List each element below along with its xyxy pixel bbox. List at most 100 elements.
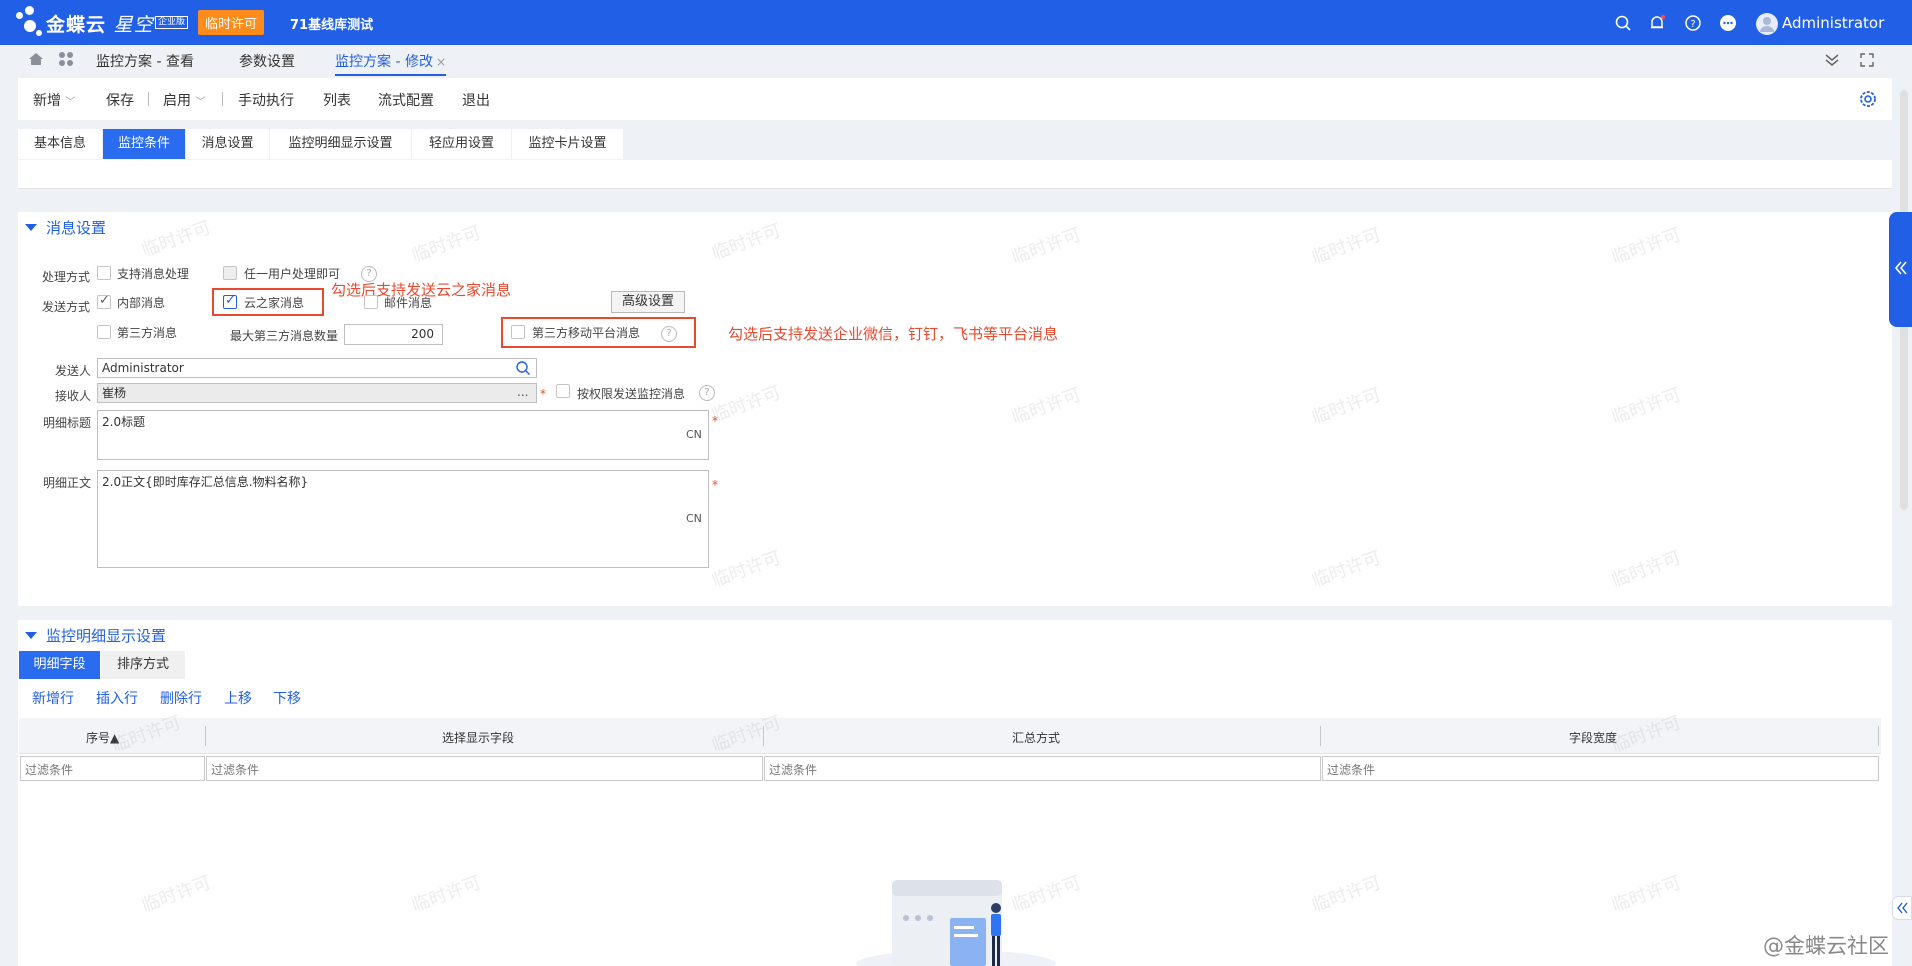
double-chevron-left-icon (1889, 260, 1912, 279)
insert-row-button[interactable]: 插入行 (96, 688, 138, 708)
toolbar-divider (222, 92, 223, 106)
col-header-display-field[interactable]: 选择显示字段 (442, 729, 514, 746)
email-msg-checkbox[interactable] (364, 295, 378, 309)
avatar[interactable] (1756, 13, 1778, 35)
collapse-triangle-icon[interactable] (25, 632, 37, 639)
sender-label: 发送人 (55, 364, 92, 378)
new-button[interactable]: 新增 ﹀ (33, 90, 75, 110)
collapse-left-button[interactable] (1892, 896, 1912, 920)
max-third-party-input[interactable]: 200 (344, 324, 443, 345)
tab-light-app-settings[interactable]: 轻应用设置 (412, 129, 511, 159)
language-tag[interactable]: CN (686, 428, 702, 441)
help-icon[interactable]: ? (699, 385, 715, 401)
kingdee-logo-icon (14, 6, 44, 40)
enable-button[interactable]: 启用 ﹀ (163, 90, 205, 110)
search-icon[interactable] (515, 360, 531, 379)
exit-button[interactable]: 退出 (462, 90, 490, 110)
advanced-settings-button[interactable]: 高级设置 (611, 291, 685, 313)
detail-title-label: 明细标题 (43, 416, 92, 430)
conditions-strip (18, 160, 1892, 189)
tab-monitor-conditions[interactable]: 监控条件 (103, 129, 185, 159)
top-bar: 金蝶云 星空 企业版 临时许可 71基线库测试 ? Administrator (0, 0, 1912, 45)
support-msg-handle-checkbox[interactable] (97, 266, 111, 280)
settings-gear-icon[interactable] (1858, 89, 1878, 112)
filter-seq[interactable]: 过滤条件 (20, 756, 205, 781)
subtab-sort-order[interactable]: 排序方式 (101, 651, 185, 679)
tab-basic-info[interactable]: 基本信息 (18, 129, 102, 159)
delete-row-button[interactable]: 删除行 (160, 688, 202, 708)
username[interactable]: Administrator (1782, 14, 1884, 32)
filter-summary-mode[interactable]: 过滤条件 (764, 756, 1321, 781)
double-chevron-down-icon[interactable] (1824, 53, 1840, 70)
column-divider[interactable] (1878, 726, 1879, 746)
page-tab-bar: 监控方案 - 查看 参数设置 监控方案 - 修改 × (0, 45, 1912, 76)
fullscreen-icon[interactable] (1860, 53, 1874, 70)
column-divider[interactable] (205, 726, 206, 746)
col-header-seq[interactable]: 序号▲ (86, 729, 119, 746)
close-tab-icon[interactable]: × (436, 55, 446, 69)
add-row-button[interactable]: 新增行 (32, 688, 74, 708)
help-icon[interactable]: ? (661, 326, 677, 342)
receiver-input[interactable]: 崔杨 (97, 383, 537, 403)
message-settings-title[interactable]: 消息设置 (46, 217, 106, 238)
filter-field-width[interactable]: 过滤条件 (1322, 756, 1879, 781)
column-divider[interactable] (763, 726, 764, 746)
tab-scheme-edit[interactable]: 监控方案 - 修改 × (335, 51, 447, 76)
by-permission-checkbox[interactable] (556, 384, 570, 398)
third-party-msg-checkbox[interactable] (97, 325, 111, 339)
detail-body-label: 明细正文 (43, 476, 92, 490)
filter-display-field[interactable]: 过滤条件 (206, 756, 763, 781)
support-msg-handle-label: 支持消息处理 (117, 267, 190, 281)
collapse-triangle-icon[interactable] (25, 224, 37, 231)
tab-scheme-view[interactable]: 监控方案 - 查看 (96, 51, 194, 71)
max-third-party-label: 最大第三方消息数量 (230, 329, 339, 343)
required-mark: * (712, 414, 718, 428)
any-user-handle-checkbox[interactable] (223, 266, 237, 280)
help-icon[interactable]: ? (1684, 14, 1702, 32)
side-panel-toggle[interactable] (1889, 212, 1912, 327)
detail-title-input[interactable]: 2.0标题 (97, 410, 709, 460)
empty-state-illustration-icon (856, 878, 1056, 966)
apps-grid-icon[interactable] (58, 51, 74, 70)
subtab-detail-fields[interactable]: 明细字段 (19, 651, 100, 679)
toolbar: 新增 ﹀ 保存 启用 ﹀ 手动执行 列表 流式配置 退出 (18, 78, 1892, 120)
email-msg-label: 邮件消息 (384, 296, 433, 310)
list-button[interactable]: 列表 (323, 90, 351, 110)
tenant-name[interactable]: 71基线库测试 (290, 14, 373, 33)
search-icon[interactable] (1614, 14, 1632, 32)
tab-scheme-edit-label: 监控方案 - 修改 (335, 54, 433, 70)
any-user-handle-label: 任一用户处理即可 (244, 267, 341, 281)
more-icon[interactable] (1719, 14, 1737, 32)
tab-message-settings[interactable]: 消息设置 (186, 129, 269, 159)
third-party-mobile-checkbox[interactable] (511, 325, 525, 339)
col-header-summary-mode[interactable]: 汇总方式 (1012, 729, 1060, 746)
detail-body-input[interactable]: 2.0正文{即时库存汇总信息.物料名称} (97, 470, 709, 568)
internal-msg-checkbox[interactable] (97, 293, 111, 309)
detail-display-title[interactable]: 监控明细显示设置 (46, 625, 166, 646)
move-up-button[interactable]: 上移 (224, 688, 252, 708)
required-mark: * (712, 478, 718, 492)
column-divider[interactable] (1320, 726, 1321, 746)
third-party-mobile-label: 第三方移动平台消息 (532, 326, 641, 340)
tab-detail-display-settings[interactable]: 监控明细显示设置 (270, 129, 411, 159)
sender-input[interactable]: Administrator (97, 358, 537, 378)
tab-monitor-card-settings[interactable]: 监控卡片设置 (512, 129, 623, 159)
move-down-button[interactable]: 下移 (273, 688, 301, 708)
cloudhome-highlight-box (212, 288, 324, 316)
receiver-more-button[interactable]: ... (517, 385, 528, 399)
language-tag[interactable]: CN (686, 512, 702, 525)
workflow-config-button[interactable]: 流式配置 (378, 90, 434, 110)
license-tag[interactable]: 临时许可 (198, 10, 265, 35)
by-permission-label: 按权限发送监控消息 (577, 387, 686, 401)
save-button[interactable]: 保存 (106, 90, 134, 110)
manual-run-button[interactable]: 手动执行 (238, 90, 294, 110)
tab-param-settings[interactable]: 参数设置 (239, 51, 295, 71)
internal-msg-label: 内部消息 (117, 296, 166, 310)
toolbar-divider (148, 92, 149, 106)
receiver-label: 接收人 (55, 389, 92, 403)
home-icon[interactable] (28, 51, 44, 70)
col-header-field-width[interactable]: 字段宽度 (1569, 729, 1617, 746)
handle-mode-label: 处理方式 (42, 270, 91, 284)
edition-badge: 企业版 (155, 16, 189, 29)
bell-icon[interactable] (1648, 14, 1666, 32)
